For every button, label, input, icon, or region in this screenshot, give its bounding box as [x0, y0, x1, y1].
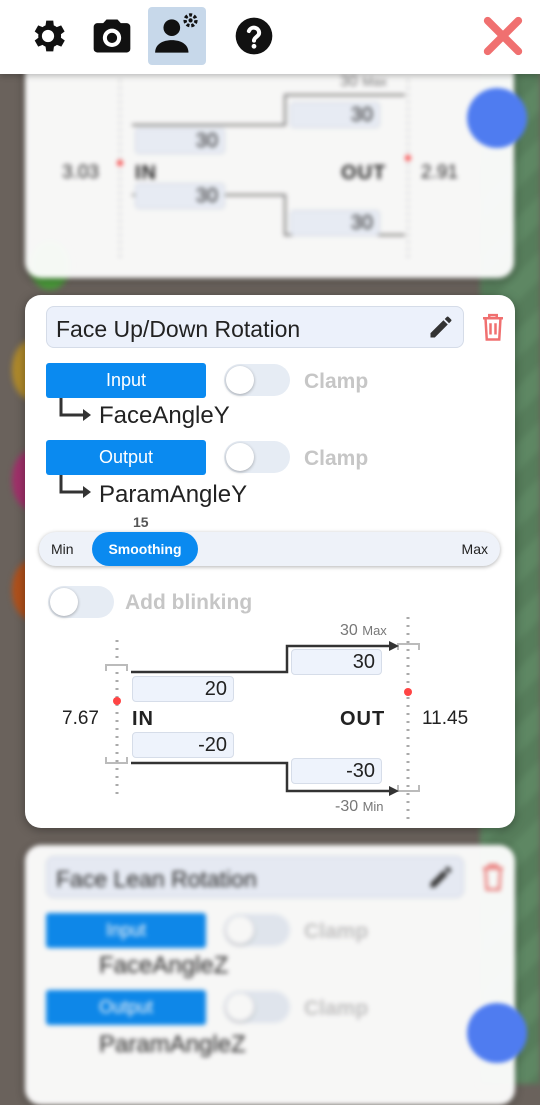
input-current-value: 7.67 — [62, 708, 99, 729]
fab-lower[interactable] — [467, 1003, 527, 1063]
input-param-name: FaceAngleY — [99, 402, 230, 429]
slider-max-label: Max — [461, 541, 488, 557]
top-card: 30 Max 30 30 30 30 3.03 IN OUT 2.91 — [25, 40, 514, 278]
binding-card: Face Up/Down Rotation Input Clamp FaceAn… — [25, 295, 515, 828]
toggle-knob — [226, 366, 254, 394]
bottom-output-clamp-label: Clamp — [304, 997, 369, 1020]
input-upper-field[interactable]: 20 — [132, 676, 234, 702]
toggle-knob — [226, 916, 254, 944]
camera-icon — [93, 19, 131, 53]
top-card-out-label: OUT — [341, 162, 387, 184]
toggle-knob — [226, 443, 254, 471]
smoothing-slider[interactable]: Min Smoothing Max — [39, 532, 500, 566]
toolbar — [0, 0, 540, 74]
top-card-box-left-lower: 30 — [135, 183, 225, 209]
blink-toggle[interactable] — [48, 586, 114, 618]
output-button[interactable]: Output — [46, 440, 206, 475]
bottom-output-param-name: ParamAngleZ — [99, 1031, 246, 1058]
binding-title-field[interactable]: Face Up/Down Rotation — [46, 306, 464, 348]
slider-min-label: Min — [51, 541, 74, 557]
blink-label: Add blinking — [125, 591, 253, 614]
camera-button[interactable] — [83, 7, 141, 65]
output-param-name: ParamAngleY — [99, 481, 248, 508]
output-clamp-toggle[interactable] — [224, 441, 290, 473]
bottom-input-clamp-toggle[interactable] — [224, 914, 290, 946]
help-icon — [235, 17, 273, 55]
close-button[interactable] — [474, 7, 532, 65]
out-label: OUT — [340, 708, 386, 730]
output-clamp-label: Clamp — [304, 447, 369, 470]
bottom-title-field[interactable]: Face Lean Rotation — [46, 856, 464, 898]
input-lower-field[interactable]: -20 — [132, 732, 234, 758]
fab-upper[interactable] — [467, 88, 527, 148]
input-button[interactable]: Input — [46, 363, 206, 398]
input-clamp-toggle[interactable] — [224, 364, 290, 396]
output-lower-field[interactable]: -30 — [291, 758, 382, 784]
output-current-value: 11.45 — [422, 708, 469, 729]
top-card-in-value: 3.03 — [62, 162, 99, 183]
in-label: IN — [132, 708, 154, 730]
edit-icon[interactable] — [427, 863, 455, 891]
output-arrow-icon — [59, 475, 91, 498]
help-button[interactable] — [225, 7, 283, 65]
user-settings-button[interactable] — [148, 7, 206, 65]
top-card-box-bottom-right: 30 — [290, 210, 380, 236]
toggle-knob — [50, 588, 78, 616]
close-icon — [483, 16, 523, 56]
toggle-knob — [226, 993, 254, 1021]
input-arrow-icon — [59, 398, 91, 421]
top-card-in-label: IN — [135, 162, 157, 184]
delete-icon[interactable] — [478, 860, 508, 894]
top-card-out-value: 2.91 — [421, 162, 458, 183]
bottom-input-param-name: FaceAngleZ — [99, 952, 229, 979]
bottom-output-clamp-toggle[interactable] — [224, 991, 290, 1023]
top-card-graph — [117, 80, 411, 260]
bottom-output-button[interactable]: Output — [46, 990, 206, 1025]
user-settings-icon — [155, 13, 198, 53]
smoothing-value: 15 — [133, 514, 149, 530]
graph-min-label: -30 Min — [335, 798, 384, 815]
bottom-input-button[interactable]: Input — [46, 913, 206, 948]
settings-button[interactable] — [19, 7, 77, 65]
delete-icon[interactable] — [478, 310, 508, 344]
top-card-box-top-right: 30 — [290, 102, 380, 128]
settings-icon — [34, 20, 65, 52]
bottom-input-clamp-label: Clamp — [304, 920, 369, 943]
binding-title: Face Up/Down Rotation — [56, 316, 301, 342]
graph-max-label: 30 Max — [340, 622, 387, 639]
input-clamp-label: Clamp — [304, 370, 369, 393]
smoothing-slider-knob[interactable]: Smoothing — [92, 532, 198, 566]
edit-icon[interactable] — [427, 313, 455, 341]
bottom-title: Face Lean Rotation — [56, 866, 257, 892]
output-upper-field[interactable]: 30 — [291, 649, 382, 675]
bottom-card: Face Lean Rotation Input Clamp FaceAngle… — [25, 845, 515, 1105]
top-card-max-label: 30 Max — [340, 73, 387, 90]
top-card-box-left-upper: 30 — [135, 128, 225, 154]
